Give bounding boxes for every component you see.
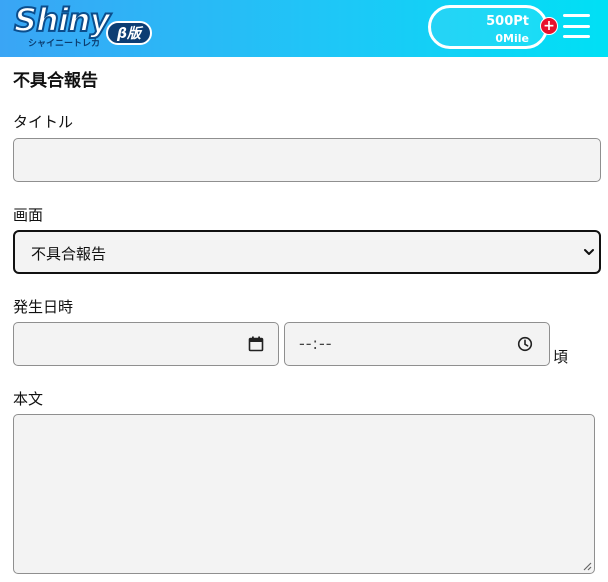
- logo-subtitle: シャイニートレカ: [28, 39, 101, 49]
- title-input[interactable]: [13, 138, 601, 182]
- resize-grip-icon[interactable]: [582, 561, 592, 571]
- date-label: 発生日時: [13, 298, 74, 316]
- menu-icon-bar-2: [563, 24, 590, 28]
- menu-icon-bar-3: [563, 35, 590, 38]
- chevron-down-icon: [584, 249, 594, 255]
- miles-value: 0Mile: [495, 32, 529, 45]
- add-points-button[interactable]: +: [540, 17, 558, 35]
- body-textarea[interactable]: [13, 414, 595, 574]
- logo-wordmark: Shiny: [13, 0, 111, 40]
- screen-select-value: 不具合報告: [31, 245, 107, 263]
- date-input[interactable]: [13, 322, 279, 366]
- plus-icon: +: [543, 18, 555, 34]
- menu-button[interactable]: [563, 14, 590, 38]
- beta-badge: β版: [106, 21, 152, 45]
- points-balance[interactable]: 500Pt 0Mile: [428, 5, 548, 49]
- time-input[interactable]: --:--: [284, 322, 550, 366]
- screen-label: 画面: [13, 206, 44, 224]
- menu-icon-bar-1: [563, 14, 590, 17]
- title-label: タイトル: [13, 113, 74, 131]
- points-value: 500Pt: [486, 14, 529, 29]
- body-label: 本文: [13, 390, 44, 408]
- app-header: Shiny シャイニートレカ β版 500Pt 0Mile +: [0, 0, 608, 57]
- page-title: 不具合報告: [13, 71, 98, 91]
- time-suffix: 頃: [553, 348, 569, 366]
- clock-icon[interactable]: [517, 336, 533, 352]
- shiny-logo[interactable]: Shiny シャイニートレカ β版: [13, 0, 154, 53]
- calendar-icon[interactable]: [248, 336, 264, 352]
- time-input-placeholder: --:--: [299, 334, 333, 353]
- screen-select[interactable]: 不具合報告: [13, 230, 601, 274]
